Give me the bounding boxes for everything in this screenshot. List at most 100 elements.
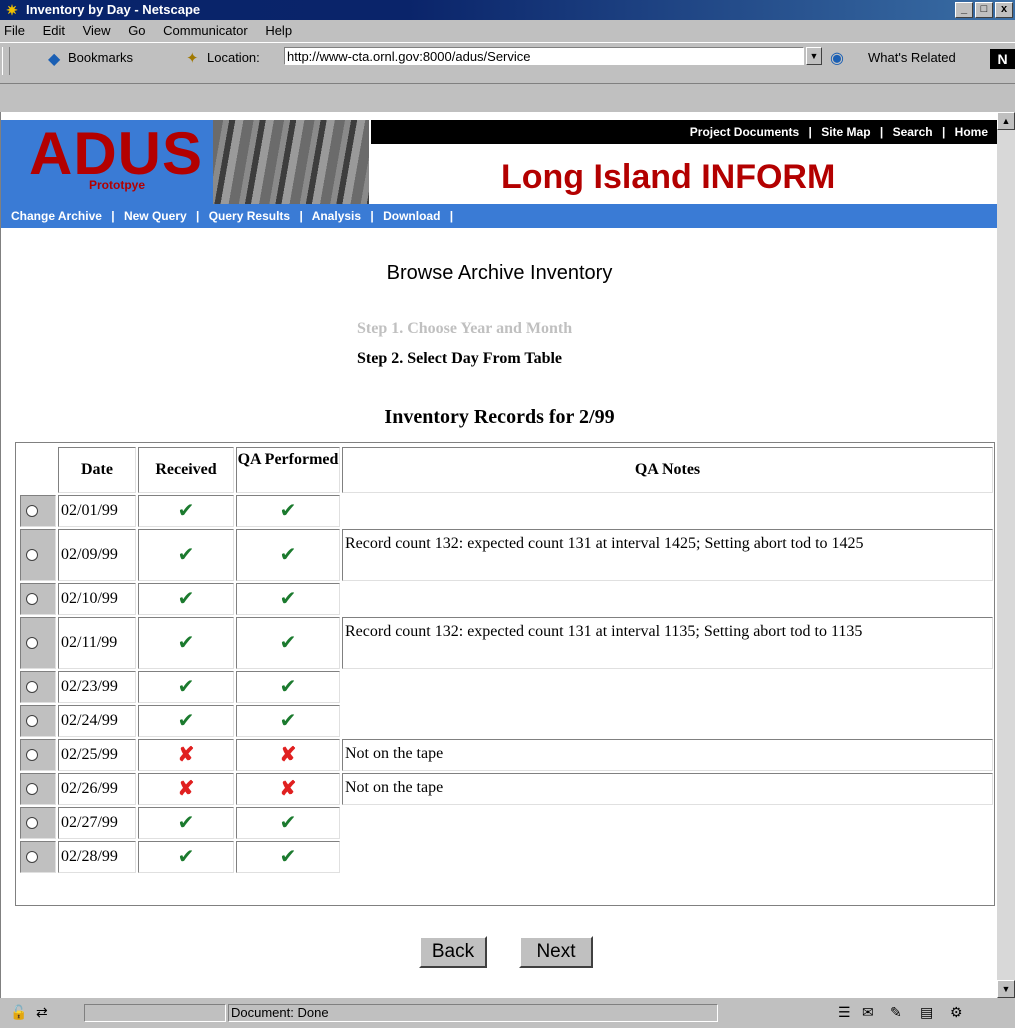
netscape-icon: ✷ xyxy=(6,2,18,18)
subnav-separator: | xyxy=(196,209,200,223)
toolbar-grip[interactable] xyxy=(2,47,10,75)
nav-search[interactable]: Search xyxy=(893,125,933,139)
received-check-icon: ✔ xyxy=(138,705,234,737)
subnav-query-results[interactable]: Query Results xyxy=(209,209,290,223)
date-cell: 02/23/99 xyxy=(58,671,136,703)
maximize-button[interactable]: □ xyxy=(975,2,993,18)
nav-site-map[interactable]: Site Map xyxy=(821,125,870,139)
traffic-photo xyxy=(213,120,369,204)
row-select-radio[interactable] xyxy=(26,783,38,795)
qa-check-icon: ✔ xyxy=(236,495,340,527)
qa-note-cell: Not on the tape xyxy=(342,773,993,805)
toolbar-tab-strip[interactable] xyxy=(0,104,150,112)
minimize-button[interactable]: _ xyxy=(955,2,973,18)
row-select-cell[interactable] xyxy=(20,705,56,737)
security-lock-icon[interactable]: 🔓 xyxy=(10,1004,27,1021)
location-icon: ✦ xyxy=(186,50,199,67)
row-select-cell[interactable] xyxy=(20,529,56,581)
connection-icon: ⇄ xyxy=(36,1004,48,1020)
whats-related-button[interactable]: What's Related xyxy=(868,50,956,65)
back-button[interactable]: Back xyxy=(419,936,487,968)
received-check-icon: ✔ xyxy=(138,807,234,839)
next-button[interactable]: Next xyxy=(519,936,593,968)
row-select-radio[interactable] xyxy=(26,749,38,761)
qa-check-icon: ✔ xyxy=(236,529,340,581)
nav-project-documents[interactable]: Project Documents xyxy=(690,125,799,139)
subnav-analysis[interactable]: Analysis xyxy=(312,209,361,223)
logo-subtitle: Prototpye xyxy=(89,178,146,192)
qa-note-cell: Not on the tape xyxy=(342,739,993,771)
row-select-cell[interactable] xyxy=(20,739,56,771)
qa-note-cell: Record count 132: expected count 131 at … xyxy=(342,529,993,581)
col-header-qa-notes: QA Notes xyxy=(342,447,993,493)
row-select-radio[interactable] xyxy=(26,851,38,863)
top-nav: Project Documents | Site Map | Search | … xyxy=(371,120,998,144)
nav-separator: | xyxy=(808,125,812,139)
date-cell: 02/10/99 xyxy=(58,583,136,615)
row-select-radio[interactable] xyxy=(26,681,38,693)
row-select-radio[interactable] xyxy=(26,715,38,727)
row-select-radio[interactable] xyxy=(26,549,38,561)
menu-edit[interactable]: Edit xyxy=(43,23,65,38)
row-select-cell[interactable] xyxy=(20,671,56,703)
inventory-table: Date Received QA Performed QA Notes 02/0… xyxy=(15,442,995,906)
navigator-icon[interactable]: ☰ xyxy=(838,1004,851,1021)
row-select-cell[interactable] xyxy=(20,583,56,615)
nav-home[interactable]: Home xyxy=(955,125,988,139)
subnav-download[interactable]: Download xyxy=(383,209,440,223)
page-viewport: ADUS Prototpye Project Documents | Site … xyxy=(0,112,998,998)
url-dropdown-button[interactable]: ▼ xyxy=(806,47,822,65)
row-select-radio[interactable] xyxy=(26,593,38,605)
menu-file[interactable]: File xyxy=(4,23,25,38)
scrollbar-track[interactable] xyxy=(997,130,1015,998)
vertical-scrollbar[interactable]: ▲ ▼ xyxy=(997,112,1015,998)
received-cross-icon: ✘ xyxy=(138,773,234,805)
row-select-cell[interactable] xyxy=(20,807,56,839)
date-cell: 02/28/99 xyxy=(58,841,136,873)
row-select-radio[interactable] xyxy=(26,505,38,517)
subnav-change-archive[interactable]: Change Archive xyxy=(11,209,102,223)
step-1-link[interactable]: Step 1. Choose Year and Month xyxy=(357,320,572,338)
row-select-radio[interactable] xyxy=(26,637,38,649)
qa-cross-icon: ✘ xyxy=(236,739,340,771)
date-cell: 02/11/99 xyxy=(58,617,136,669)
row-select-cell[interactable] xyxy=(20,495,56,527)
subnav-new-query[interactable]: New Query xyxy=(124,209,187,223)
col-header-received: Received xyxy=(138,447,234,493)
date-cell: 02/01/99 xyxy=(58,495,136,527)
nav-separator: | xyxy=(879,125,884,139)
row-select-radio[interactable] xyxy=(26,817,38,829)
step-2-label: Step 2. Select Day From Table xyxy=(357,350,563,367)
messenger-icon[interactable]: ✉ xyxy=(862,1004,874,1021)
row-select-cell[interactable] xyxy=(20,773,56,805)
bookmarks-button[interactable]: Bookmarks xyxy=(68,50,133,65)
scroll-up-button[interactable]: ▲ xyxy=(997,112,1015,130)
adus-logo[interactable]: ADUS Prototpye xyxy=(1,120,213,204)
qa-check-icon: ✔ xyxy=(236,617,340,669)
received-check-icon: ✔ xyxy=(138,617,234,669)
composer-icon[interactable]: ✎ xyxy=(890,1004,902,1021)
bookmarks-icon[interactable]: ◆ xyxy=(48,49,60,69)
qa-check-icon: ✔ xyxy=(236,841,340,873)
qa-check-icon: ✔ xyxy=(236,671,340,703)
netscape-n-logo[interactable]: N xyxy=(990,49,1015,69)
scroll-down-button[interactable]: ▼ xyxy=(997,980,1015,998)
menu-view[interactable]: View xyxy=(83,23,111,38)
menu-communicator[interactable]: Communicator xyxy=(163,23,248,38)
status-text: Document: Done xyxy=(228,1004,718,1022)
menu-help[interactable]: Help xyxy=(265,23,292,38)
address-book-icon[interactable]: ▤ xyxy=(920,1004,933,1021)
status-bar: 🔓 ⇄ Document: Done ☰ ✉ ✎ ▤ ⚙ xyxy=(0,998,1015,1028)
menu-go[interactable]: Go xyxy=(128,23,145,38)
date-cell: 02/27/99 xyxy=(58,807,136,839)
site-header: ADUS Prototpye Project Documents | Site … xyxy=(1,112,998,204)
received-check-icon: ✔ xyxy=(138,495,234,527)
close-button[interactable]: x xyxy=(995,2,1013,18)
whats-related-icon[interactable]: ◉ xyxy=(830,48,844,68)
newsgroups-icon[interactable]: ⚙ xyxy=(950,1004,963,1021)
row-select-cell[interactable] xyxy=(20,841,56,873)
url-input[interactable]: http://www-cta.ornl.gov:8000/adus/Servic… xyxy=(284,47,804,65)
location-toolbar: ◆ Bookmarks ✦ Location: http://www-cta.o… xyxy=(0,42,1015,84)
sub-nav: Change Archive | New Query | Query Resul… xyxy=(1,204,998,228)
row-select-cell[interactable] xyxy=(20,617,56,669)
